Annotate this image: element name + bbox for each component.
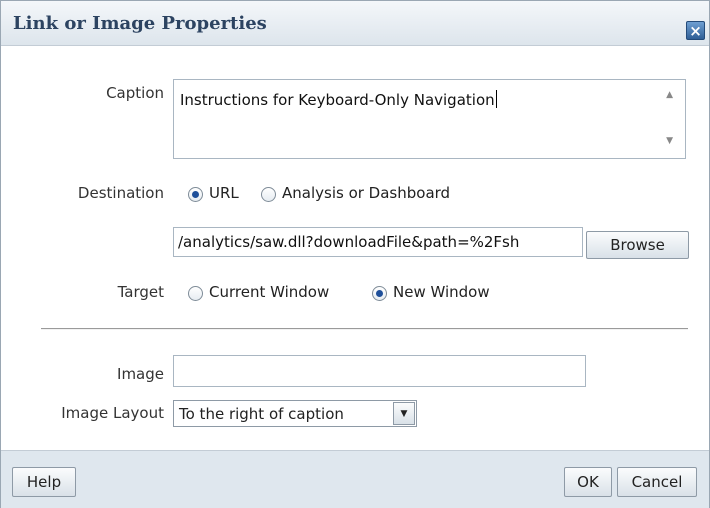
help-button[interactable]: Help [12, 467, 76, 497]
destination-analysis-radio[interactable] [261, 187, 276, 202]
dialog-title: Link or Image Properties [13, 13, 267, 34]
target-new-window-radio[interactable] [372, 286, 387, 301]
destination-label: Destination [77, 184, 164, 202]
scroll-up-arrow-icon[interactable]: ▲ [666, 90, 673, 100]
caption-text: Instructions for Keyboard-Only Navigatio… [180, 91, 495, 109]
target-current-window-label: Current Window [209, 283, 330, 301]
text-caret [495, 90, 497, 108]
image-label: Image [117, 365, 164, 383]
caption-textarea[interactable]: Instructions for Keyboard-Only Navigatio… [173, 79, 686, 159]
url-input-value: /analytics/saw.dll?downloadFile&path=%2F… [178, 233, 520, 251]
target-new-window-label: New Window [393, 283, 490, 301]
ok-button[interactable]: OK [564, 467, 612, 497]
image-layout-label: Image Layout [61, 404, 164, 422]
section-divider [41, 328, 688, 330]
url-input[interactable]: /analytics/saw.dll?downloadFile&path=%2F… [173, 227, 583, 257]
dialog-footer: Help OK Cancel [1, 450, 709, 508]
caption-label: Caption [106, 84, 164, 102]
target-label: Target [117, 283, 164, 301]
image-layout-select[interactable]: To the right of caption ▼ [173, 400, 417, 427]
destination-analysis-label: Analysis or Dashboard [282, 184, 451, 202]
target-current-window-radio[interactable] [188, 286, 203, 301]
destination-url-label: URL [209, 184, 239, 202]
dropdown-arrow-icon[interactable]: ▼ [393, 402, 415, 425]
dialog-titlebar: Link or Image Properties × [1, 1, 709, 46]
image-input[interactable] [173, 355, 586, 387]
browse-button[interactable]: Browse [586, 231, 689, 259]
image-layout-value: To the right of caption [179, 405, 344, 423]
scroll-down-arrow-icon[interactable]: ▼ [666, 136, 673, 146]
link-image-properties-dialog: Link or Image Properties × Caption Instr… [0, 0, 710, 508]
cancel-button[interactable]: Cancel [617, 467, 697, 497]
close-icon[interactable]: × [686, 21, 705, 40]
destination-url-radio[interactable] [188, 187, 203, 202]
